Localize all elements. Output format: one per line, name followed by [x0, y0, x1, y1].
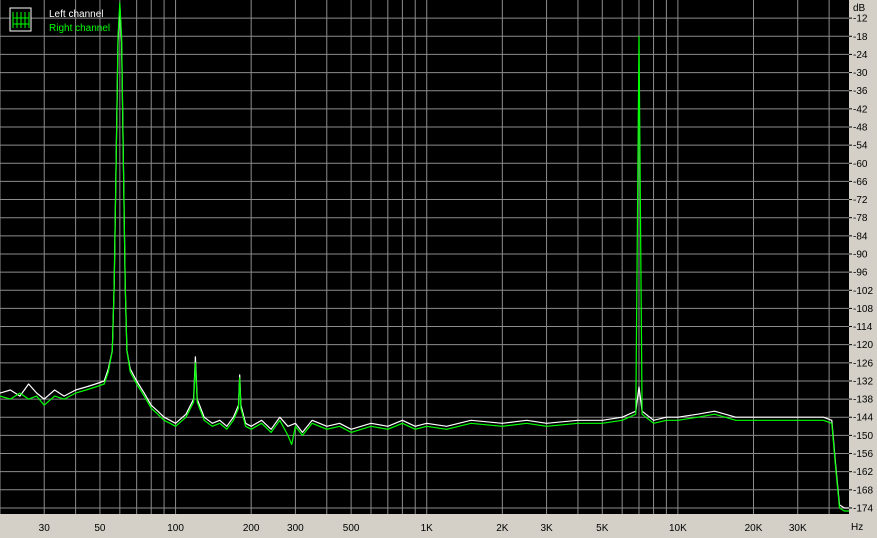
y-tick-label: -120 [853, 340, 873, 351]
y-tick-label: -102 [853, 286, 873, 297]
x-tick-label: 10K [669, 523, 687, 534]
y-tick-label: -60 [853, 159, 868, 170]
y-tick-label: -150 [853, 431, 873, 442]
y-tick-label: -96 [853, 268, 868, 279]
y-tick-label: -66 [853, 177, 868, 188]
x-tick-label: 50 [94, 523, 106, 534]
x-tick-label: 3K [540, 523, 553, 534]
x-tick-label: 300 [287, 523, 304, 534]
y-tick-label: -174 [853, 503, 873, 514]
y-tick-label: -138 [853, 395, 873, 406]
y-tick-label: -168 [853, 485, 873, 496]
plot-area [0, 0, 849, 514]
y-tick-label: -84 [853, 231, 868, 242]
y-tick-label: -144 [853, 413, 873, 424]
y-tick-label: -126 [853, 358, 873, 369]
y-tick-label: -54 [853, 141, 868, 152]
legend-left-channel: Left channel [49, 9, 104, 20]
y-tick-label: -42 [853, 104, 868, 115]
y-tick-label: -114 [853, 322, 873, 333]
x-tick-label: 5K [596, 523, 609, 534]
y-tick-label: -12 [853, 14, 868, 25]
y-tick-label: -162 [853, 467, 873, 478]
x-unit-label: Hz [851, 522, 863, 533]
x-tick-label: 100 [167, 523, 184, 534]
x-tick-label: 20K [745, 523, 763, 534]
y-tick-label: -132 [853, 376, 873, 387]
y-unit-label: dB [853, 3, 866, 14]
x-tick-label: 200 [243, 523, 260, 534]
spectrum-chart: -12 -18 -24 -30 -36 -42 -48 -54 -60 -66 -72 -78 -84 -… [0, 0, 877, 538]
y-tick-label: -156 [853, 449, 873, 460]
y-tick-label: -108 [853, 304, 873, 315]
y-tick-label: -48 [853, 122, 868, 133]
y-tick-label: -24 [853, 50, 868, 61]
y-tick-label: -30 [853, 68, 868, 79]
x-tick-label: 2K [496, 523, 509, 534]
y-tick-label: -18 [853, 32, 868, 43]
x-tick-label: 30 [39, 523, 51, 534]
y-tick-label: -72 [853, 195, 868, 206]
x-tick-label: 1K [421, 523, 434, 534]
x-tick-label: 500 [343, 523, 360, 534]
y-tick-label: -90 [853, 249, 868, 260]
y-tick-label: -36 [853, 86, 868, 97]
legend-right-channel: Right channel [49, 23, 110, 34]
y-tick-label: -78 [853, 213, 868, 224]
x-tick-label: 30K [789, 523, 807, 534]
